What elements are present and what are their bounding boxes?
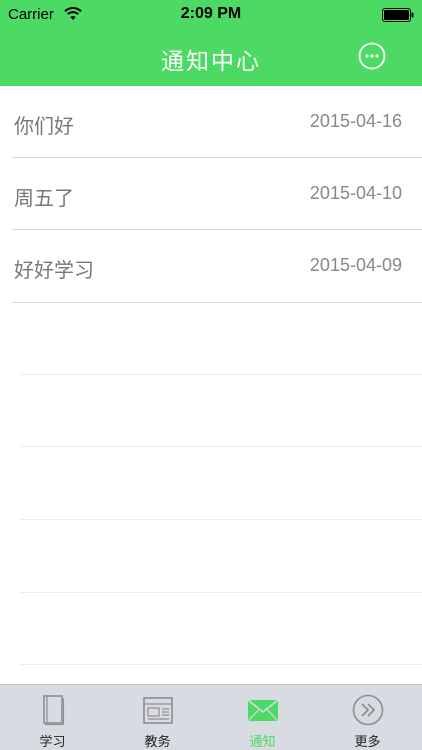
empty-row-divider <box>20 446 422 447</box>
nav-bar: 通知中心 <box>0 30 422 86</box>
tab-notifications[interactable]: 通知 <box>210 685 315 750</box>
double-chevron-right-icon <box>352 694 384 726</box>
notification-date: 2015-04-16 <box>309 111 402 131</box>
envelope-icon <box>247 699 279 722</box>
newspaper-icon <box>143 697 173 724</box>
notification-list: 你们好 2015-04-16 周五了 2015-04-10 好好学习 2015-… <box>0 86 422 684</box>
notification-date: 2015-04-09 <box>309 255 402 275</box>
ellipsis-circle-icon[interactable] <box>358 42 386 70</box>
tab-label: 通知 <box>249 735 276 750</box>
tab-academic-affairs[interactable]: 教务 <box>105 685 210 750</box>
notification-date: 2015-04-10 <box>309 183 402 203</box>
tab-label: 学习 <box>39 735 66 750</box>
notification-subject: 周五了 <box>14 186 74 210</box>
notification-subject: 好好学习 <box>14 258 94 282</box>
notification-item[interactable]: 你们好 2015-04-16 <box>0 86 422 158</box>
row-divider <box>12 302 422 303</box>
empty-row-divider <box>20 664 422 665</box>
empty-row-divider <box>20 374 422 375</box>
clock: 2:09 PM <box>180 5 242 22</box>
tab-label: 教务 <box>144 735 171 750</box>
notification-item[interactable]: 好好学习 2015-04-09 <box>0 230 422 302</box>
tab-more[interactable]: 更多 <box>315 685 420 750</box>
battery-icon <box>382 8 414 22</box>
notification-subject: 你们好 <box>14 114 74 138</box>
notification-item[interactable]: 周五了 2015-04-10 <box>0 158 422 230</box>
book-icon <box>43 695 65 726</box>
empty-row-divider <box>20 592 422 593</box>
status-bar: Carrier 2:09 PM <box>0 0 422 30</box>
tab-label: 更多 <box>354 735 381 750</box>
empty-row-divider <box>20 519 422 520</box>
tab-bar: 学习 教务 通知 更多 <box>0 684 422 750</box>
tab-study[interactable]: 学习 <box>0 685 105 750</box>
